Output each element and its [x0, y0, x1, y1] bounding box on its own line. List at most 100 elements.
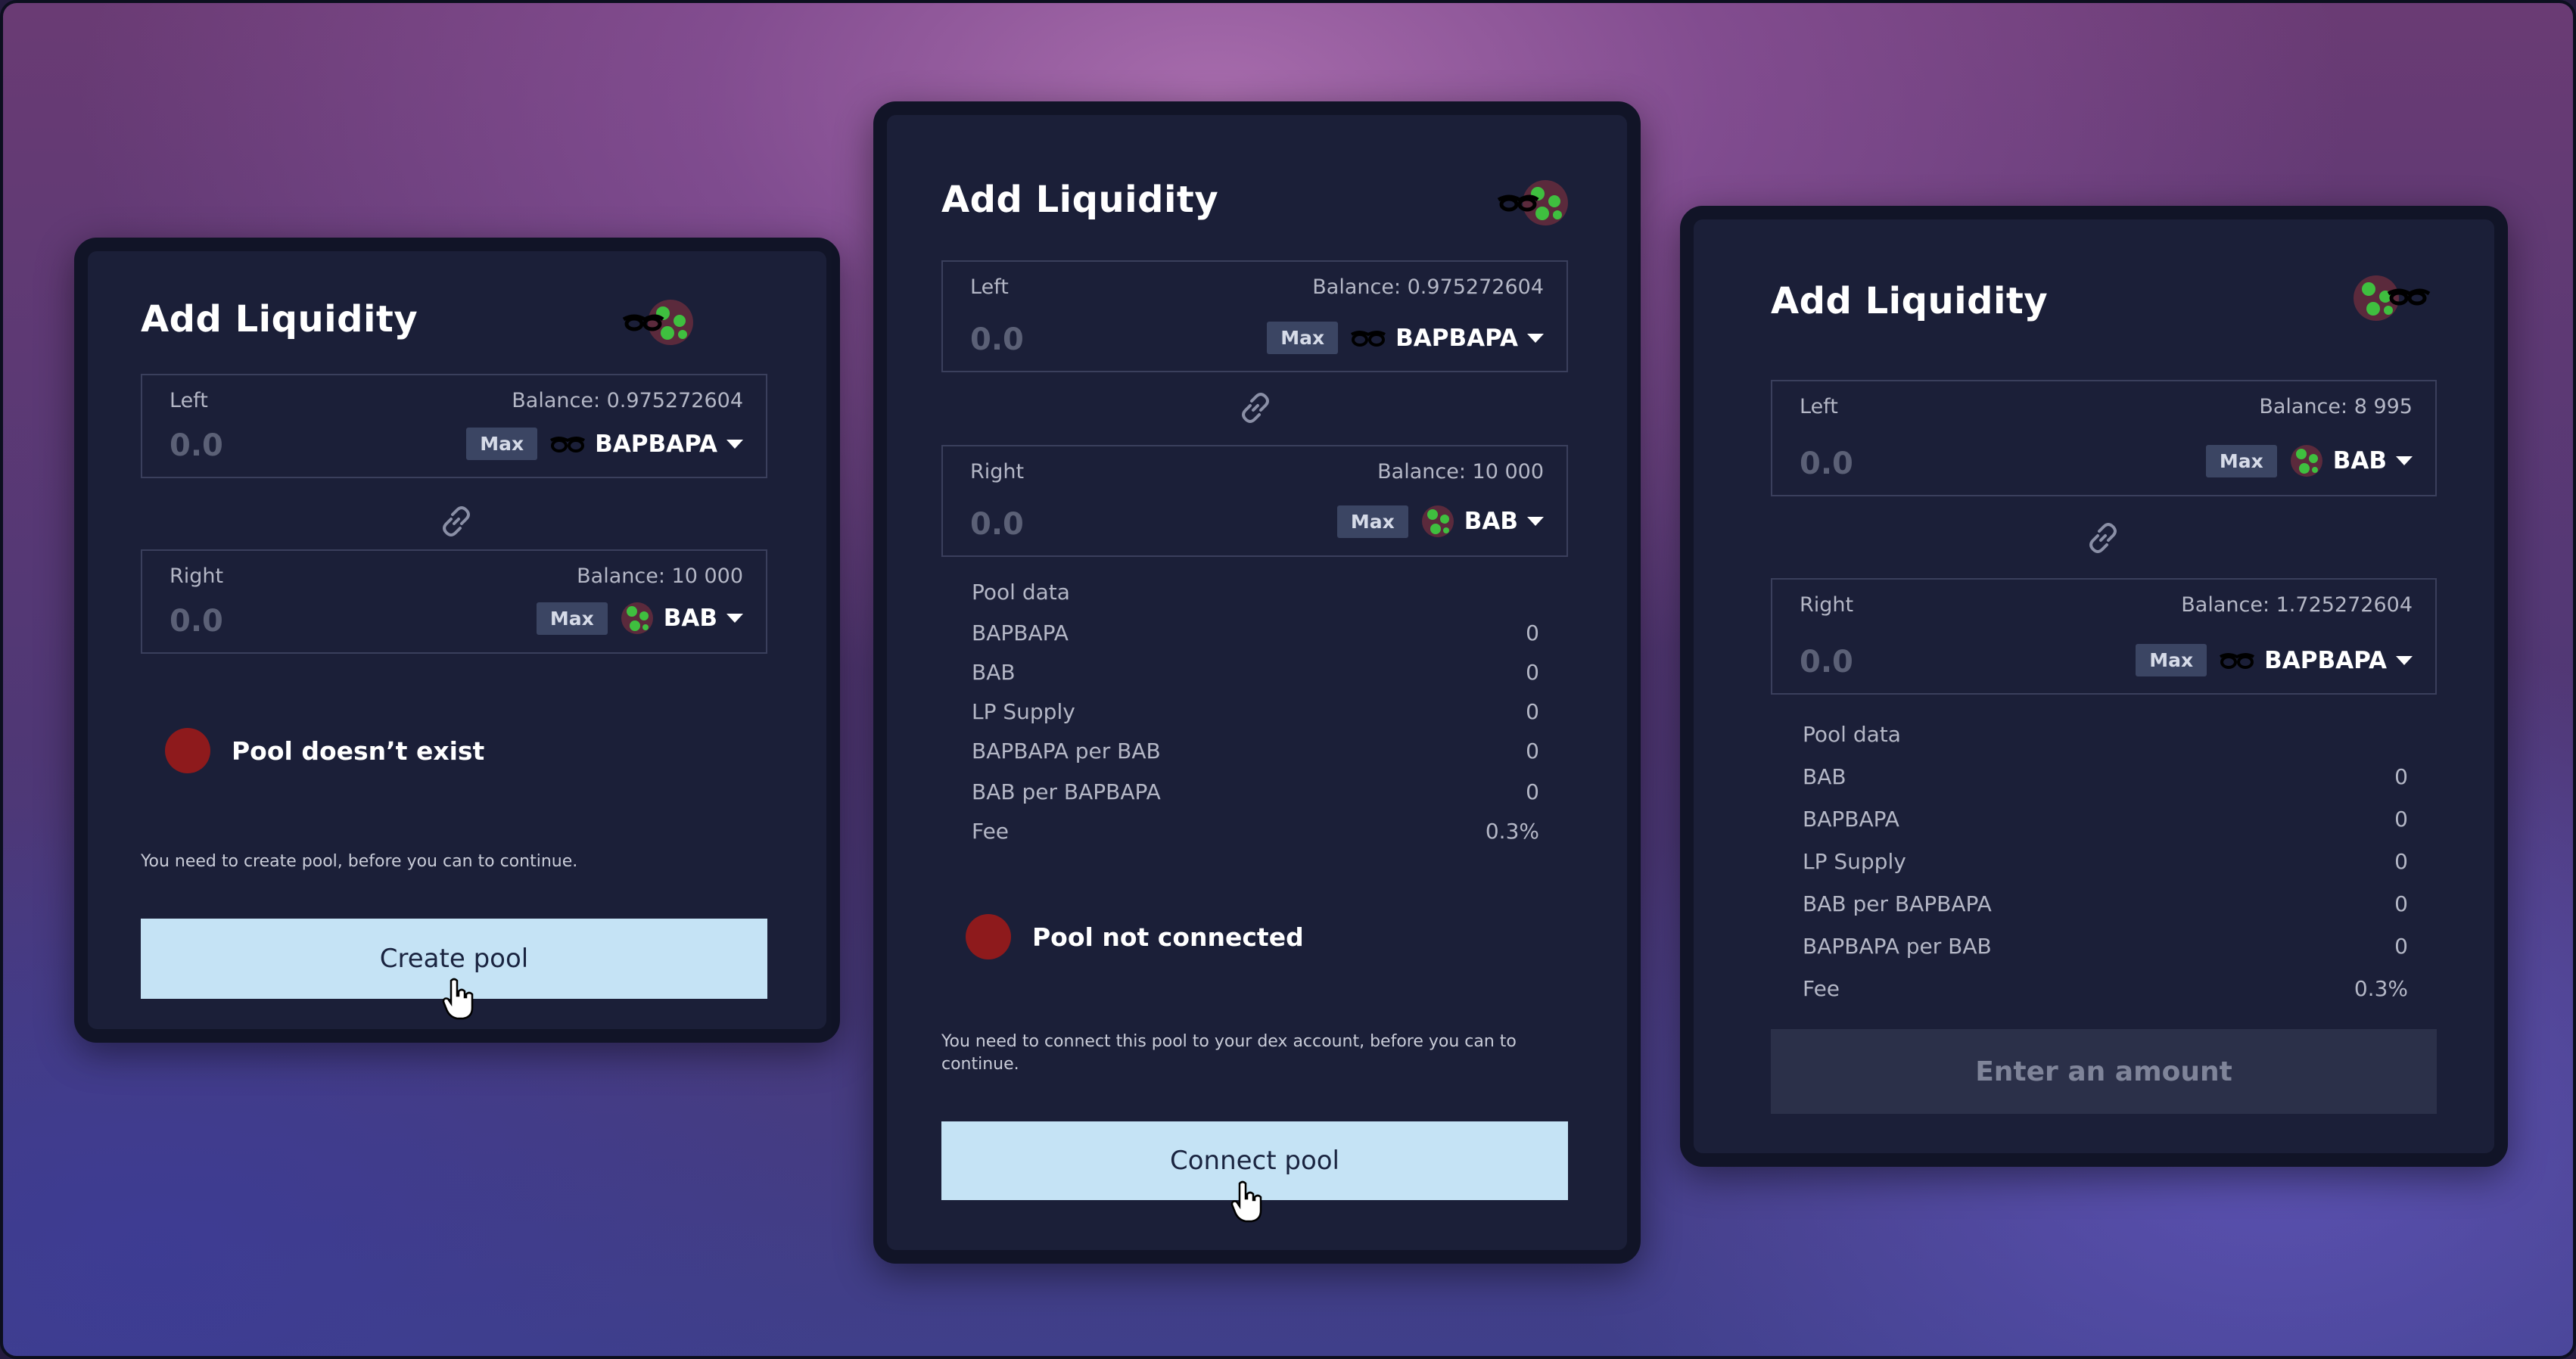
pool-data-value: 0 [2394, 849, 2408, 874]
pool-data-row: Fee 0.3% [972, 819, 1539, 844]
green-blob-token-icon [621, 602, 653, 634]
left-token-controls: Max BAPBAPA [1267, 322, 1544, 354]
left-token-controls: Max BAPBAPA [466, 428, 743, 460]
right-balance: Balance: 1.725272604 [2181, 593, 2413, 617]
left-token-name: BAPBAPA [595, 430, 717, 458]
right-token-field[interactable]: Right Balance: 10 000 0.0 Max BAB [141, 549, 767, 654]
right-amount-input[interactable]: 0.0 [970, 507, 1024, 542]
left-token-selector[interactable]: BAPBAPA [549, 431, 743, 458]
pool-data-label: BAB per BAPBAPA [1803, 891, 1992, 916]
pool-data-value: 0 [2394, 891, 2408, 916]
card-title: Add Liquidity [141, 298, 418, 341]
pool-data-label: BAPBAPA [1803, 807, 1899, 832]
status-text: Pool doesn’t exist [232, 735, 485, 766]
link-icon [443, 506, 470, 536]
chevron-down-icon [2396, 456, 2413, 465]
left-balance: Balance: 0.975272604 [1312, 275, 1544, 299]
right-balance: Balance: 10 000 [1377, 460, 1544, 484]
right-max-button[interactable]: Max [1336, 505, 1408, 538]
pool-data-heading: Pool data [972, 580, 1070, 605]
left-token-field[interactable]: Left Balance: 0.975272604 0.0 Max BAPBAP… [141, 374, 767, 478]
right-token-field[interactable]: Right Balance: 10 000 0.0 Max BAB [941, 445, 1568, 557]
left-token-selector[interactable]: BAB [2289, 443, 2413, 478]
pool-data-value: 0 [1526, 779, 1539, 804]
screenshot-canvas: Add Liquidity Left Balance: 0.975272604 … [0, 0, 2576, 1359]
pool-data-row: BAPBAPA per BAB 0 [1803, 934, 2408, 959]
pool-data-row: BAB per BAPBAPA 0 [972, 779, 1539, 804]
left-balance: Balance: 8 995 [2259, 395, 2413, 418]
link-icon [2089, 523, 2117, 553]
left-balance: Balance: 0.975272604 [512, 389, 743, 412]
pool-data-label: Fee [1803, 976, 1840, 1001]
link-icon [1242, 393, 1269, 423]
token-pair-logo-icon [1497, 180, 1568, 225]
right-max-button[interactable]: Max [2136, 644, 2207, 676]
right-amount-input[interactable]: 0.0 [1800, 645, 1853, 680]
left-field-label: Left [1800, 395, 1838, 418]
chevron-down-icon [726, 614, 743, 623]
pool-data: Pool data BAB 0 BAPBAPA 0 LP Supply 0 BA… [1803, 722, 2408, 1001]
status-dot [165, 728, 210, 773]
right-field-label: Right [970, 460, 1025, 484]
left-token-field[interactable]: Left Balance: 0.975272604 0.0 Max BAPBAP… [941, 260, 1568, 372]
chevron-down-icon [2396, 655, 2413, 665]
left-token-name: BAB [2332, 447, 2387, 474]
right-max-button[interactable]: Max [536, 602, 608, 635]
pool-data-row: BAPBAPA 0 [972, 620, 1539, 645]
add-liquidity-card-create: Add Liquidity Left Balance: 0.975272604 … [74, 238, 840, 1043]
pool-data-label: BAB per BAPBAPA [972, 779, 1161, 804]
pool-status: Pool not connected [966, 914, 1304, 959]
pool-data-row: LP Supply 0 [972, 699, 1539, 724]
right-token-name: BAB [1464, 508, 1518, 535]
pool-data-label: LP Supply [972, 699, 1075, 724]
chevron-down-icon [726, 439, 743, 449]
green-blob-token-icon [2290, 445, 2322, 477]
left-amount-input[interactable]: 0.0 [1800, 446, 1853, 481]
status-text: Pool not connected [1032, 922, 1304, 952]
glasses-token-icon [1351, 330, 1386, 347]
pool-data: Pool data BAPBAPA 0 BAB 0 LP Supply 0 BA… [972, 580, 1539, 844]
right-token-selector[interactable]: BAPBAPA [2219, 647, 2413, 674]
pool-data-value: 0 [1526, 620, 1539, 645]
card-title: Add Liquidity [1771, 280, 2049, 322]
status-note: You need to connect this pool to your de… [941, 1032, 1517, 1074]
pool-data-label: BAPBAPA per BAB [972, 739, 1161, 763]
left-amount-input[interactable]: 0.0 [970, 322, 1024, 357]
glasses-token-icon [550, 436, 586, 452]
pool-data-row: BAPBAPA per BAB 0 [972, 739, 1539, 763]
add-liquidity-card-enter-amount: Add Liquidity Left Balance: 8 995 0.0 Ma… [1680, 206, 2508, 1167]
right-balance: Balance: 10 000 [577, 564, 743, 588]
pool-data-label: Fee [972, 819, 1010, 844]
pool-data-row: BAB per BAPBAPA 0 [1803, 891, 2408, 916]
card-title: Add Liquidity [941, 179, 1219, 221]
pool-data-value: 0 [1526, 699, 1539, 724]
pool-data-value: 0 [2394, 934, 2408, 959]
right-token-selector[interactable]: BAB [620, 601, 743, 636]
right-field-label: Right [1800, 593, 1854, 617]
token-pair-logo-icon [2354, 275, 2431, 321]
left-token-selector[interactable]: BAPBAPA [1350, 325, 1544, 352]
left-amount-input[interactable]: 0.0 [170, 428, 223, 463]
glasses-token-icon [2220, 652, 2255, 669]
pool-data-value: 0 [1526, 739, 1539, 763]
pool-data-row: BAPBAPA 0 [1803, 807, 2408, 832]
pool-data-row: BAB 0 [1803, 764, 2408, 789]
right-token-field[interactable]: Right Balance: 1.725272604 0.0 Max BAPBA… [1771, 578, 2437, 695]
left-max-button[interactable]: Max [466, 428, 538, 460]
pool-data-row: BAB 0 [972, 660, 1539, 685]
enter-amount-button[interactable]: Enter an amount [1771, 1029, 2437, 1114]
left-field-label: Left [970, 275, 1009, 299]
pool-data-label: BAB [972, 660, 1016, 685]
chevron-down-icon [1527, 517, 1544, 526]
pool-status: Pool doesn’t exist [165, 728, 484, 773]
left-max-button[interactable]: Max [1267, 322, 1339, 354]
right-token-controls: Max BAB [1336, 504, 1544, 539]
pool-data-label: LP Supply [1803, 849, 1906, 874]
left-token-name: BAPBAPA [1395, 324, 1518, 352]
pool-data-label: BAB [1803, 764, 1846, 789]
left-token-field[interactable]: Left Balance: 8 995 0.0 Max BAB [1771, 380, 2437, 496]
left-max-button[interactable]: Max [2205, 444, 2277, 477]
add-liquidity-card-connect: Add Liquidity Left Balance: 0.975272604 … [873, 101, 1641, 1264]
right-token-selector[interactable]: BAB [1420, 504, 1544, 539]
right-amount-input[interactable]: 0.0 [170, 604, 223, 639]
